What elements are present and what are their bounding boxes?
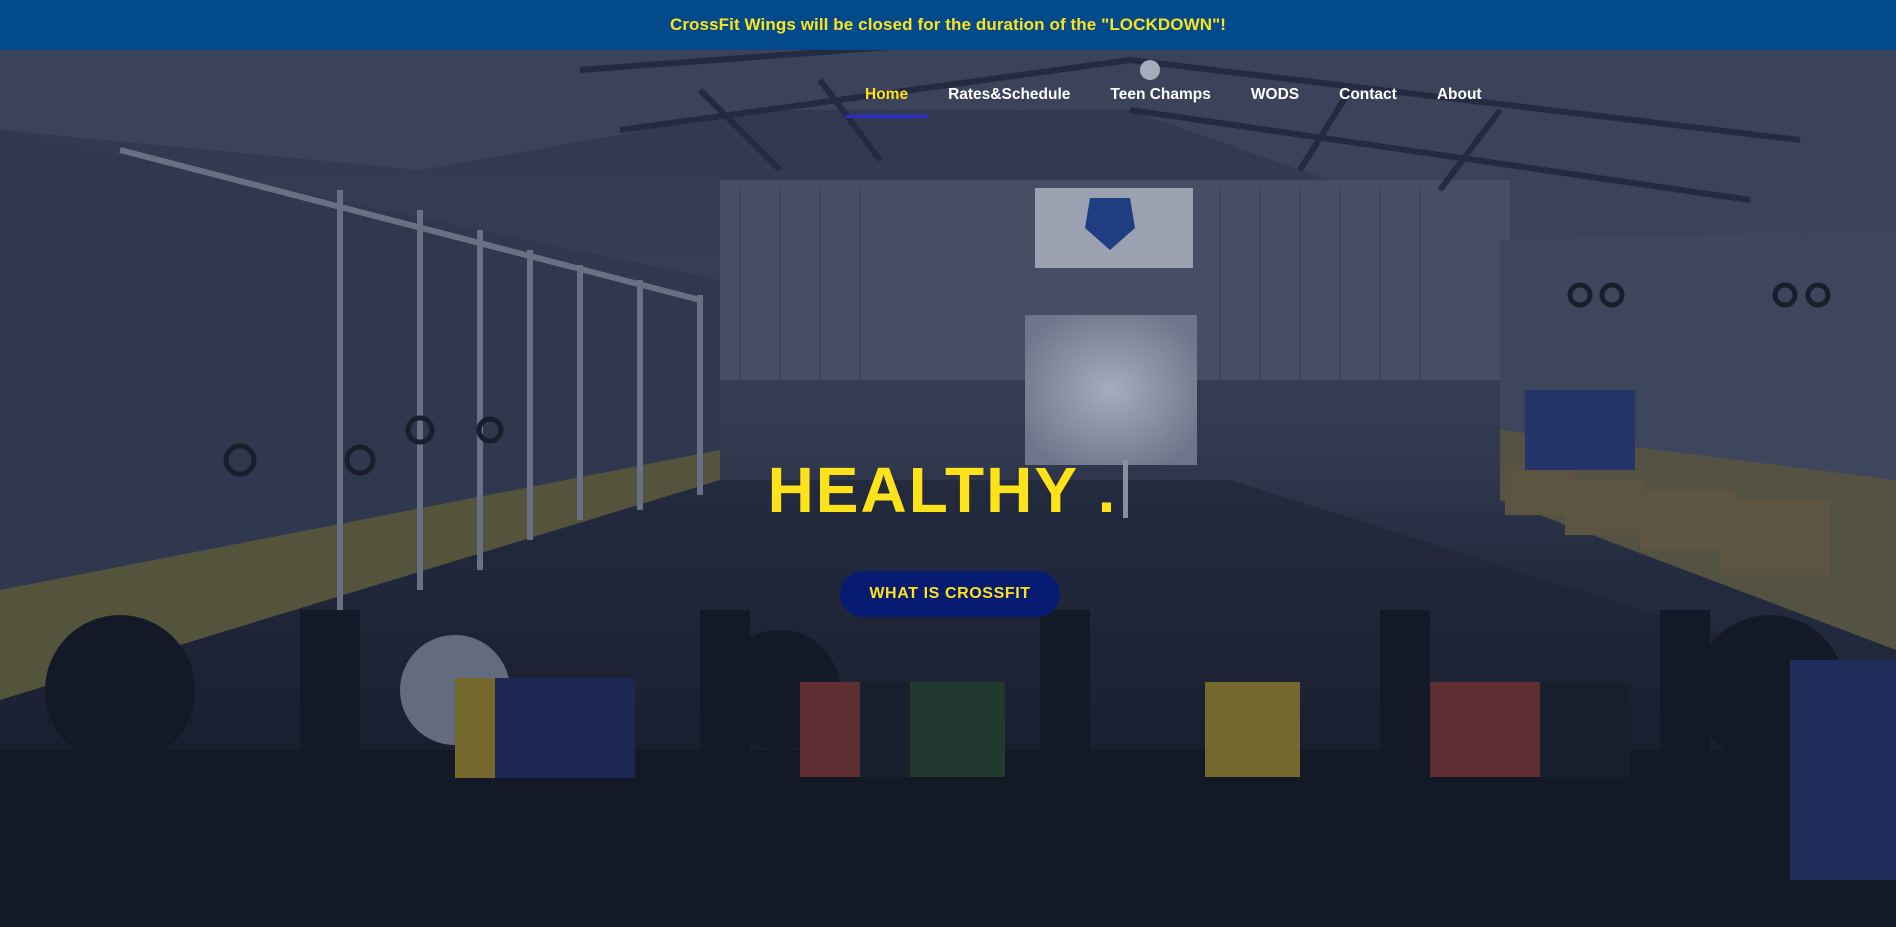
hero-headline: HEALTHY .: [0, 458, 1896, 522]
what-is-crossfit-button[interactable]: WHAT IS CROSSFIT: [840, 571, 1060, 617]
active-nav-indicator: [845, 115, 929, 118]
hero-section: Home Rates&Schedule Teen Champs WODS Con…: [0, 50, 1896, 927]
main-nav: Home Rates&Schedule Teen Champs WODS Con…: [845, 86, 1522, 126]
nav-item-rates-schedule[interactable]: Rates&Schedule: [948, 86, 1070, 118]
nav-item-home[interactable]: Home: [845, 86, 929, 118]
nav-item-teen-champs[interactable]: Teen Champs: [1110, 86, 1211, 118]
nav-item-label: Rates&Schedule: [948, 86, 1071, 103]
nav-item-about[interactable]: About: [1437, 86, 1482, 118]
nav-item-contact[interactable]: Contact: [1339, 86, 1397, 118]
nav-item-label: Contact: [1339, 86, 1397, 103]
headline-text: HEALTHY .: [767, 454, 1118, 526]
announcement-bar: CrossFit Wings will be closed for the du…: [0, 0, 1896, 50]
announcement-text: CrossFit Wings will be closed for the du…: [669, 15, 1227, 34]
nav-item-label: Home: [865, 86, 909, 103]
nav-item-label: WODS: [1250, 86, 1300, 103]
typing-caret: [1123, 460, 1129, 518]
nav-item-wods[interactable]: WODS: [1251, 86, 1299, 118]
nav-item-label: About: [1436, 86, 1482, 103]
nav-item-label: Teen Champs: [1110, 86, 1211, 103]
